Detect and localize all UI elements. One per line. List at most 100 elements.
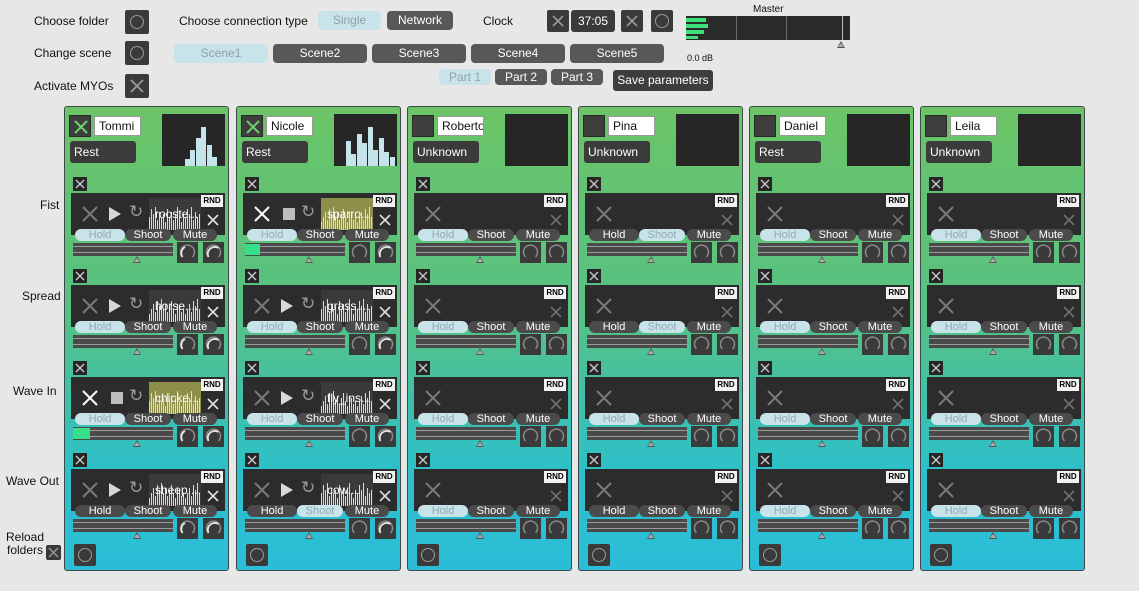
hold-toggle[interactable]: Hold <box>760 413 810 425</box>
play-icon[interactable] <box>281 483 293 497</box>
volume-slider-handle[interactable] <box>647 256 655 263</box>
volume-slider[interactable] <box>587 243 687 256</box>
mute-toggle[interactable]: Mute <box>345 505 389 517</box>
shoot-toggle[interactable]: Shoot <box>981 229 1027 241</box>
sample-delete-button[interactable] <box>548 488 564 504</box>
volume-slider[interactable] <box>929 427 1029 440</box>
knob-pitch[interactable] <box>520 242 541 263</box>
volume-slider-handle[interactable] <box>818 532 826 539</box>
shoot-toggle[interactable]: Shoot <box>981 321 1027 333</box>
knob-pan[interactable] <box>1059 242 1080 263</box>
mute-toggle[interactable]: Mute <box>687 321 731 333</box>
mute-toggle[interactable]: Mute <box>1029 413 1073 425</box>
hold-toggle[interactable]: Hold <box>75 413 125 425</box>
sample-delete-button[interactable] <box>377 488 393 504</box>
player-enable-checkbox[interactable] <box>583 115 605 137</box>
hold-toggle[interactable]: Hold <box>75 505 125 517</box>
knob-pitch[interactable] <box>691 518 712 539</box>
knob-pitch[interactable] <box>349 334 370 355</box>
volume-slider-handle[interactable] <box>818 440 826 447</box>
mute-toggle[interactable]: Mute <box>687 505 731 517</box>
knob-pan[interactable] <box>546 426 567 447</box>
slot-clear-button[interactable] <box>416 453 430 467</box>
knob-pan[interactable] <box>203 242 224 263</box>
sample-remove-button[interactable] <box>420 385 446 411</box>
knob-pitch[interactable] <box>691 426 712 447</box>
player-name-field[interactable]: Daniel <box>779 116 826 136</box>
random-button[interactable]: RND <box>715 195 737 207</box>
volume-slider-handle[interactable] <box>989 348 997 355</box>
volume-slider-handle[interactable] <box>133 440 141 447</box>
clock-start-button[interactable] <box>651 10 673 32</box>
player-name-field[interactable]: Roberto <box>437 116 484 136</box>
sample-remove-button[interactable] <box>591 385 617 411</box>
random-button[interactable]: RND <box>544 287 566 299</box>
mute-toggle[interactable]: Mute <box>345 229 389 241</box>
volume-slider-handle[interactable] <box>476 532 484 539</box>
mute-toggle[interactable]: Mute <box>173 413 217 425</box>
sample-remove-button[interactable] <box>762 293 788 319</box>
volume-slider-handle[interactable] <box>989 440 997 447</box>
shoot-toggle[interactable]: Shoot <box>297 413 343 425</box>
mute-toggle[interactable]: Mute <box>516 321 560 333</box>
random-button[interactable]: RND <box>886 471 908 483</box>
sample-delete-button[interactable] <box>890 212 906 228</box>
shoot-toggle[interactable]: Shoot <box>981 413 1027 425</box>
loop-icon[interactable]: ↻ <box>301 202 315 222</box>
mute-toggle[interactable]: Mute <box>516 505 560 517</box>
sample-remove-button[interactable] <box>77 201 103 227</box>
slot-clear-button[interactable] <box>245 361 259 375</box>
volume-slider-handle[interactable] <box>647 440 655 447</box>
slot-clear-button[interactable] <box>416 269 430 283</box>
knob-pan[interactable] <box>1059 518 1080 539</box>
random-button[interactable]: RND <box>715 379 737 391</box>
sample-remove-button[interactable] <box>420 477 446 503</box>
shoot-toggle[interactable]: Shoot <box>297 321 343 333</box>
hold-toggle[interactable]: Hold <box>760 321 810 333</box>
shoot-toggle[interactable]: Shoot <box>810 505 856 517</box>
mute-toggle[interactable]: Mute <box>858 229 902 241</box>
volume-slider[interactable] <box>758 243 858 256</box>
knob-pan[interactable] <box>888 518 909 539</box>
mute-toggle[interactable]: Mute <box>1029 505 1073 517</box>
hold-toggle[interactable]: Hold <box>247 413 297 425</box>
knob-pan[interactable] <box>203 518 224 539</box>
sample-remove-button[interactable] <box>77 385 103 411</box>
slot-clear-button[interactable] <box>758 269 772 283</box>
volume-slider[interactable] <box>929 335 1029 348</box>
volume-slider[interactable] <box>245 243 345 256</box>
sample-delete-button[interactable] <box>377 212 393 228</box>
sample-delete-button[interactable] <box>377 304 393 320</box>
slot-clear-button[interactable] <box>758 361 772 375</box>
master-slider-handle[interactable] <box>837 41 845 48</box>
knob-pitch[interactable] <box>177 426 198 447</box>
volume-slider[interactable] <box>73 243 173 256</box>
volume-slider-handle[interactable] <box>133 256 141 263</box>
mute-toggle[interactable]: Mute <box>1029 229 1073 241</box>
slot-clear-button[interactable] <box>929 453 943 467</box>
volume-slider-handle[interactable] <box>989 256 997 263</box>
mute-toggle[interactable]: Mute <box>345 321 389 333</box>
shoot-toggle[interactable]: Shoot <box>810 229 856 241</box>
player-name-field[interactable]: Pina <box>608 116 655 136</box>
sample-remove-button[interactable] <box>249 293 275 319</box>
volume-slider-handle[interactable] <box>133 348 141 355</box>
knob-pan[interactable] <box>375 334 396 355</box>
knob-pan[interactable] <box>375 242 396 263</box>
mute-toggle[interactable]: Mute <box>858 505 902 517</box>
volume-slider[interactable] <box>73 335 173 348</box>
random-button[interactable]: RND <box>1057 195 1079 207</box>
sample-remove-button[interactable] <box>249 385 275 411</box>
random-button[interactable]: RND <box>886 287 908 299</box>
sample-remove-button[interactable] <box>933 477 959 503</box>
volume-slider-handle[interactable] <box>305 348 313 355</box>
part-tab-3[interactable]: Part 3 <box>551 69 603 85</box>
shoot-toggle[interactable]: Shoot <box>639 413 685 425</box>
play-icon[interactable] <box>109 483 121 497</box>
slot-clear-button[interactable] <box>73 177 87 191</box>
play-icon[interactable] <box>281 299 293 313</box>
knob-pitch[interactable] <box>1033 242 1054 263</box>
hold-toggle[interactable]: Hold <box>760 229 810 241</box>
volume-slider[interactable] <box>587 519 687 532</box>
mute-toggle[interactable]: Mute <box>858 321 902 333</box>
